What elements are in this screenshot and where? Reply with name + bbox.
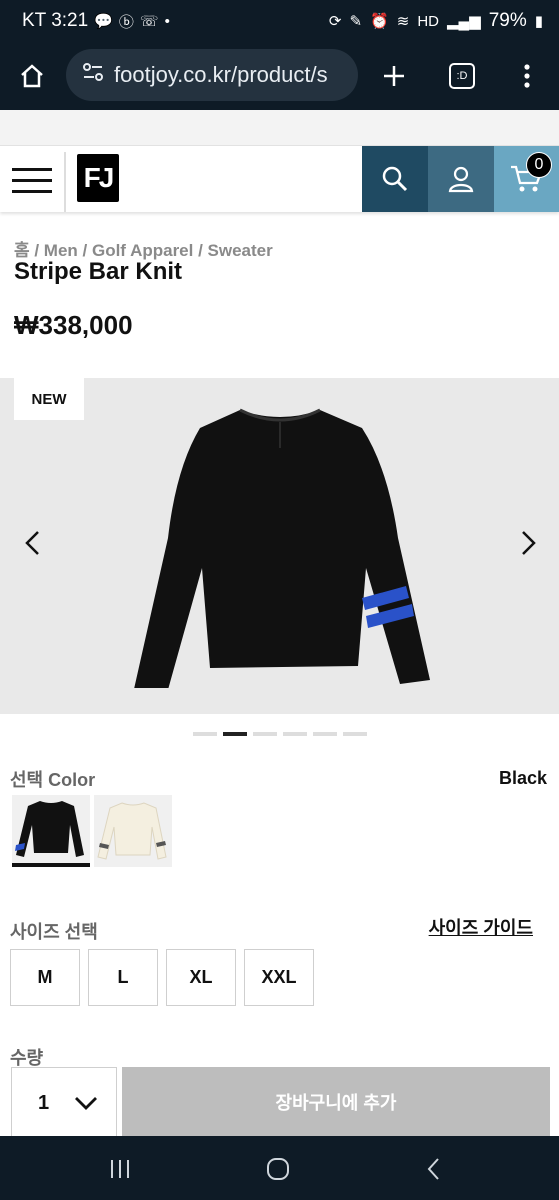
gallery-dot[interactable] xyxy=(343,732,367,736)
top-spacer xyxy=(0,110,559,146)
gallery-dot[interactable] xyxy=(193,732,217,736)
prev-arrow-icon[interactable] xyxy=(18,528,48,558)
dot-icon: • xyxy=(164,12,170,30)
b-icon: ⓑ xyxy=(118,13,134,31)
status-bar: KT 3:21 💬 ⓑ ☏ • ⟳ ✎ ⏰ ≋ HD ▂▄▆ 79% ▮ xyxy=(0,0,559,44)
home-icon[interactable] xyxy=(10,54,54,98)
product-title: Stripe Bar Knit xyxy=(14,258,183,285)
menu-icon[interactable] xyxy=(12,166,52,194)
sync-icon: ⟳ xyxy=(328,13,342,30)
size-option-xl[interactable]: XL xyxy=(166,949,236,1006)
gallery-dot[interactable] xyxy=(283,732,307,736)
size-option-xxl[interactable]: XXL xyxy=(244,949,314,1006)
talk-icon: 💬 xyxy=(94,13,113,30)
fj-logo[interactable]: FJ xyxy=(77,154,119,202)
search-button[interactable] xyxy=(362,146,428,212)
divider xyxy=(64,152,66,212)
carrier-time: KT 3:21 xyxy=(22,10,89,31)
tabs-count: :D xyxy=(449,63,475,89)
gallery-dot[interactable] xyxy=(253,732,277,736)
site-header: FJ xyxy=(0,146,559,212)
cart-count-badge: 0 xyxy=(526,152,552,178)
back-icon[interactable] xyxy=(414,1154,454,1184)
sweater-image xyxy=(134,408,430,688)
tabs-icon[interactable]: :D xyxy=(440,54,484,98)
system-nav-bar xyxy=(0,1136,559,1200)
more-icon[interactable] xyxy=(505,54,549,98)
quantity-select[interactable]: 1 xyxy=(11,1067,117,1137)
size-guide-link[interactable]: 사이즈 가이드 xyxy=(429,914,533,940)
hd-icon: HD xyxy=(417,12,439,30)
gallery-dot[interactable] xyxy=(313,732,337,736)
color-label: 선택 Color xyxy=(10,770,96,790)
site-settings-icon[interactable] xyxy=(82,61,104,89)
size-label: 사이즈 선택 xyxy=(10,922,98,942)
cart-button[interactable] xyxy=(494,146,559,212)
alarm-icon: ⏰ xyxy=(370,13,389,30)
account-button[interactable] xyxy=(428,146,494,212)
chevron-down-icon xyxy=(75,1097,97,1110)
signal-icon: ▂▄▆ xyxy=(447,13,481,30)
url-text: footjoy.co.kr/product/s xyxy=(114,62,328,87)
color-swatch-cream[interactable] xyxy=(94,795,172,867)
next-arrow-icon[interactable] xyxy=(513,528,543,558)
quantity-value: 1 xyxy=(38,1092,50,1114)
missed-call-icon: ☏ xyxy=(139,13,159,30)
product-price: ₩338,000 xyxy=(14,310,133,340)
search-icon xyxy=(382,166,408,192)
home-circle-icon[interactable] xyxy=(258,1154,298,1184)
browser-toolbar: footjoy.co.kr/product/s :D xyxy=(0,44,559,110)
size-option-l[interactable]: L xyxy=(88,949,158,1006)
color-value: Black xyxy=(498,768,547,788)
wifi-icon: ≋ xyxy=(396,13,410,30)
pen-icon: ✎ xyxy=(349,13,363,30)
new-badge: NEW xyxy=(14,378,84,420)
battery-icon: ▮ xyxy=(534,13,543,30)
add-to-cart-button[interactable]: 장바구니에 추가 xyxy=(122,1067,550,1137)
gallery-dot-active[interactable] xyxy=(223,732,247,736)
address-bar[interactable]: footjoy.co.kr/product/s xyxy=(66,49,358,101)
recents-icon[interactable] xyxy=(100,1154,140,1184)
gallery-pagination xyxy=(193,732,367,736)
new-tab-icon[interactable] xyxy=(372,54,416,98)
color-swatch-black[interactable] xyxy=(12,795,90,867)
battery-text: 79% xyxy=(488,10,527,31)
product-gallery[interactable]: NEW xyxy=(0,378,559,714)
size-option-m[interactable]: M xyxy=(10,949,80,1006)
user-icon xyxy=(448,166,474,193)
